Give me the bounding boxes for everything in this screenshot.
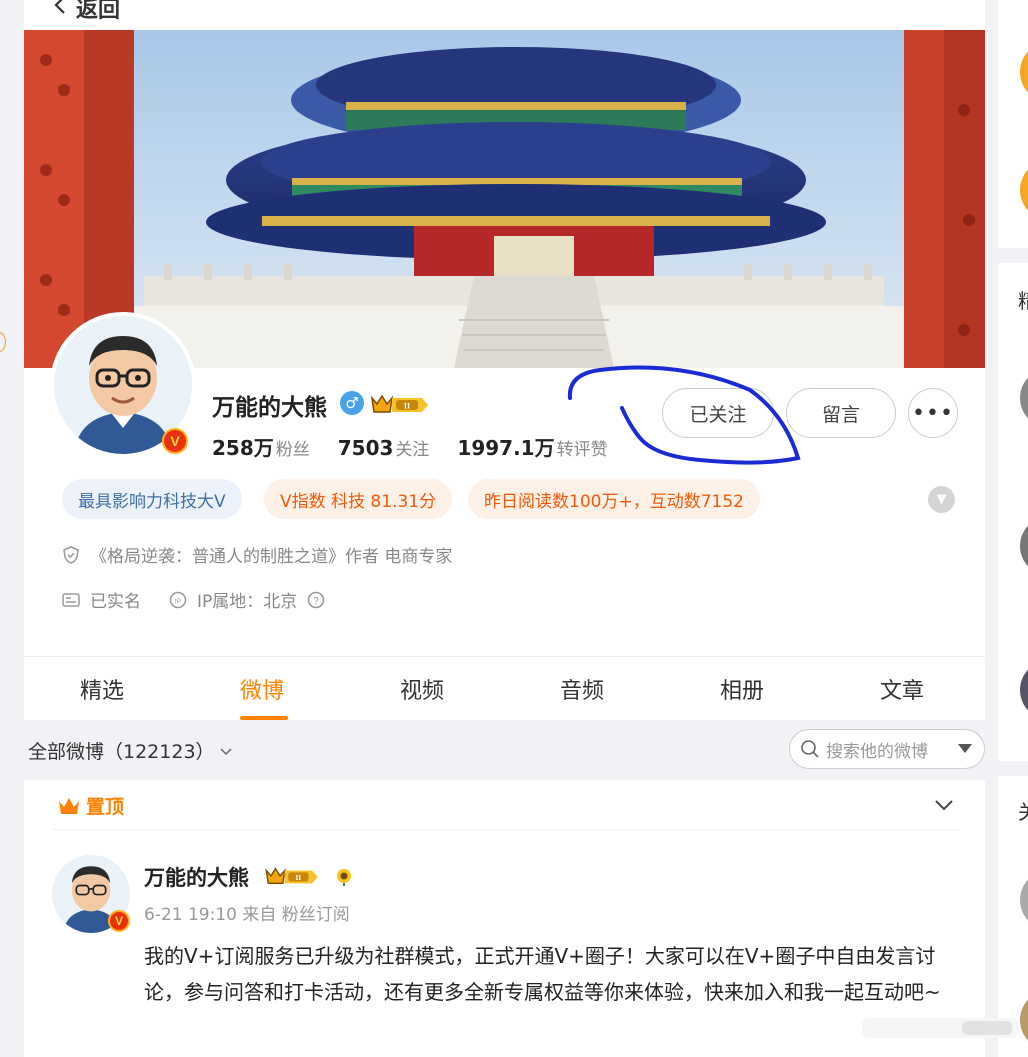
scrollbar[interactable] [862,1016,1018,1040]
question-icon[interactable]: ? [307,591,325,609]
bio-line: 《格局逆袭：普通人的制胜之道》作者 电商专家 [62,542,452,567]
tab-featured[interactable]: 精选 [80,673,124,705]
left-edge-icon[interactable]: i [0,332,6,352]
verified-badge: V [108,910,130,932]
cover-image [24,30,985,368]
svg-text:IP: IP [175,598,181,605]
ip-location-text: IP属地：北京 [197,592,298,612]
post-divider [52,829,958,830]
ip-icon: IP [169,591,187,609]
profile-name: 万能的大熊 [212,395,327,421]
v-index-tag[interactable]: V指数 科技 81.31分 [264,479,453,519]
tab-weibo[interactable]: 微博 [240,673,284,705]
tab-video[interactable]: 视频 [400,673,444,705]
svg-text:II: II [404,402,410,411]
sidebar-title: 精 [1018,285,1028,314]
crown-icon[interactable]: II [370,392,430,416]
post-author[interactable]: 万能的大熊 [144,862,249,892]
back-button[interactable]: 返回 [52,0,120,24]
sidebar-title: 关 [1018,796,1028,825]
post-meta: 6-21 19:10 来自 粉丝订阅 [144,905,350,925]
annotation-scribble [567,365,801,465]
id-card-icon [62,591,80,609]
pinned-label: 置顶 [58,792,124,819]
tab-articles[interactable]: 文章 [880,673,924,705]
back-label: 返回 [76,0,121,23]
verified-badge: V [162,428,188,454]
svg-text:II: II [296,873,302,882]
sidebar-card-top [998,0,1028,248]
chevron-down-icon[interactable] [933,794,955,816]
shield-icon [62,545,80,564]
search-icon [800,739,820,759]
fans-label: 粉丝 [275,440,310,460]
dropdown-icon[interactable] [958,744,972,753]
more-icon[interactable]: ••• [908,388,958,438]
reads-tag[interactable]: 昨日阅读数100万+，互动数7152 [468,479,760,519]
crown-icon [58,796,80,816]
identity-line: 已实名 IP IP属地：北京 ? [62,587,325,612]
real-name-text: 已实名 [90,592,141,612]
following-count: 7503 [337,436,394,460]
fans-count: 258万 [212,436,274,460]
back-bar: 返回 [24,0,985,30]
tab-album[interactable]: 相册 [720,673,764,705]
all-weibo-filter[interactable]: 全部微博（122123） [28,737,233,764]
all-weibo-label: 全部微博（122123） [28,741,215,763]
chevron-down-icon [219,740,233,762]
following-label: 关注 [395,440,430,460]
tab-audio[interactable]: 音频 [560,673,604,705]
pinned-text: 置顶 [86,796,125,818]
post-text: 我的V+订阅服务已升级为社群模式，正式开通V+圈子！大家可以在V+圈子中自由发言… [144,944,941,1004]
search-placeholder: 搜索他的微博 [826,741,928,762]
bio-text: 《格局逆袭：普通人的制胜之道》作者 电商专家 [90,547,453,567]
tab-active-indicator [240,716,288,720]
fans-stat[interactable]: 258万 粉丝 [212,432,310,461]
influence-tag[interactable]: 最具影响力科技大V [62,479,242,519]
crown-icon[interactable]: II [264,865,320,887]
male-icon: ♂ [340,391,364,415]
chevron-down-icon[interactable]: ▼ [928,486,955,513]
sunflower-icon [334,866,354,890]
reposts-count: 1997.1万 [457,436,555,460]
search-input[interactable]: 搜索他的微博 [789,729,985,769]
following-stat[interactable]: 7503 关注 [338,435,430,460]
tabs-divider [24,656,985,657]
svg-text:?: ? [313,596,319,607]
back-arrow-icon [52,0,68,21]
